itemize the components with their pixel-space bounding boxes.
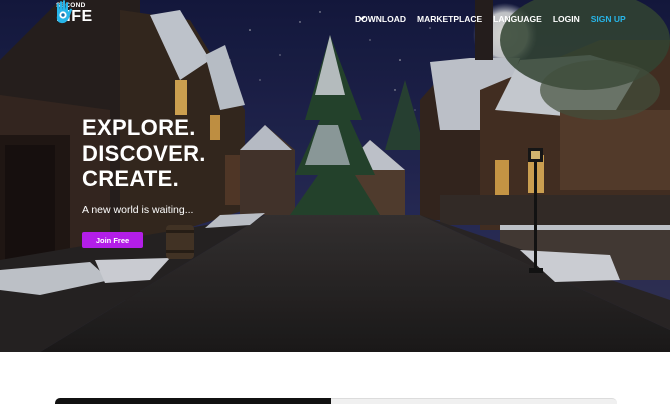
chevron-down-icon xyxy=(358,16,366,21)
join-free-button[interactable]: Join Free xyxy=(82,232,143,248)
hero-section: SECOND LIFE DOWNLOAD MARKETPLACE LANGUAG… xyxy=(0,0,670,352)
main-menu: DOWNLOAD MARKETPLACE LANGUAGE LOGIN SIGN… xyxy=(355,14,637,24)
nav-language[interactable]: LANGUAGE xyxy=(358,14,542,24)
hero-tagline: A new world is waiting... xyxy=(82,204,194,216)
light-panel-edge xyxy=(331,398,617,404)
nav-marketplace[interactable]: MARKETPLACE xyxy=(417,14,482,24)
nav-login[interactable]: LOGIN xyxy=(553,14,580,24)
headline-discover: DISCOVER. xyxy=(82,140,206,166)
top-navigation: SECOND LIFE DOWNLOAD MARKETPLACE LANGUAG… xyxy=(0,0,670,40)
dark-panel-edge xyxy=(55,398,331,404)
nav-language-label: LANGUAGE xyxy=(493,14,542,24)
hero-headline: EXPLORE. DISCOVER. CREATE. xyxy=(82,115,206,192)
below-hero-section xyxy=(0,352,670,404)
nav-signup[interactable]: SIGN UP xyxy=(591,14,626,24)
headline-create: CREATE. xyxy=(82,166,180,191)
second-life-logo[interactable]: SECOND LIFE xyxy=(53,0,123,28)
headline-explore: EXPLORE. xyxy=(82,115,196,140)
hand-eye-icon xyxy=(56,0,72,24)
